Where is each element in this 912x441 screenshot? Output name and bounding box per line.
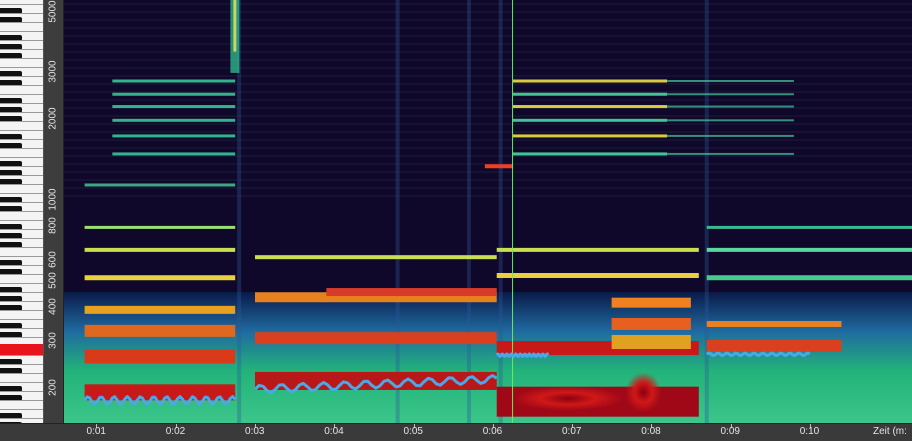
frequency-label: 300 (47, 332, 59, 349)
piano-white-key-edge (0, 157, 43, 158)
time-label: 0:10 (799, 426, 820, 437)
piano-white-key-edge (0, 22, 43, 23)
piano-white-key-edge (0, 67, 43, 68)
frequency-label: 2000 (47, 107, 59, 130)
piano-white-key-edge (0, 76, 43, 77)
piano-white-key-edge (0, 337, 43, 338)
frequency-label: 200 (47, 379, 59, 397)
piano-white-key-edge (0, 355, 43, 356)
piano-white-key-edge (0, 58, 43, 59)
time-label: 0:06 (482, 426, 503, 437)
frequency-label: 800 (47, 217, 59, 235)
piano-white-key-edge (0, 166, 43, 167)
piano-white-key-edge (0, 40, 43, 41)
time-label: 0:05 (403, 426, 423, 437)
piano-white-key-edge (0, 310, 43, 311)
time-axis-title: Zeit (m: (873, 426, 907, 437)
spectrogram-canvas[interactable] (64, 0, 912, 423)
piano-white-key-edge (0, 238, 43, 239)
frequency-label: 5000 (47, 0, 59, 23)
piano-white-key-edge (0, 409, 43, 410)
piano-white-key-edge (0, 175, 43, 176)
current-pitch-marker (0, 344, 43, 355)
piano-white-key-edge (0, 283, 43, 284)
piano-white-key-edge (0, 211, 43, 212)
piano-white-key-edge (0, 202, 43, 203)
piano-white-key-edge (0, 139, 43, 140)
piano-white-key-edge (0, 301, 43, 302)
piano-white-key-edge (0, 229, 43, 230)
time-label: 0:08 (641, 426, 661, 437)
piano-white-key-edge (0, 418, 43, 419)
piano-white-key-edge (0, 247, 43, 248)
piano-white-key-edge (0, 49, 43, 50)
piano-white-key-edge (0, 130, 43, 131)
frequency-axis: 5000 3000 2000 1000 800 600 500 400 300 200 (44, 0, 64, 423)
time-label: 0:04 (324, 426, 344, 437)
piano-white-key-edge (0, 121, 43, 122)
time-label: 0:03 (244, 426, 265, 437)
piano-white-key-edge (0, 103, 43, 104)
time-label: 0:01 (86, 426, 106, 437)
piano-white-key-edge (0, 319, 43, 320)
frequency-label: 3000 (47, 60, 59, 83)
piano-white-key-edge (0, 184, 43, 185)
spectrogram-window: 5000 3000 2000 1000 800 600 500 400 300 200 Zeit … (0, 0, 912, 441)
piano-white-key-edge (0, 220, 43, 221)
piano-white-key-edge (0, 274, 43, 275)
piano-white-key-edge (0, 112, 43, 113)
piano-white-key-edge (0, 31, 43, 32)
piano-white-key-edge (0, 400, 43, 401)
piano-white-key-edge (0, 265, 43, 266)
time-label: 0:09 (720, 426, 740, 437)
frequency-label: 400 (47, 298, 59, 316)
piano-white-key-edge (0, 364, 43, 365)
piano-white-key-edge (0, 94, 43, 95)
piano-white-key-edge (0, 391, 43, 392)
time-axis: Zeit (m: 0:01 0:02 0:03 0:04 0:05 0:06 0:07 0:0… (0, 423, 912, 441)
piano-white-key-edge (0, 193, 43, 194)
time-label: 0:07 (562, 426, 582, 437)
time-label: 0:02 (165, 426, 186, 437)
piano-keyboard[interactable] (0, 0, 44, 423)
piano-white-key-edge (0, 382, 43, 383)
piano-white-key-edge (0, 13, 43, 14)
piano-white-key-edge (0, 328, 43, 329)
piano-white-key-edge (0, 373, 43, 374)
piano-white-key-edge (0, 85, 43, 86)
piano-white-key-edge (0, 256, 43, 257)
piano-white-key-edge (0, 4, 43, 5)
piano-white-key-edge (0, 148, 43, 149)
piano-white-key-edge (0, 292, 43, 293)
